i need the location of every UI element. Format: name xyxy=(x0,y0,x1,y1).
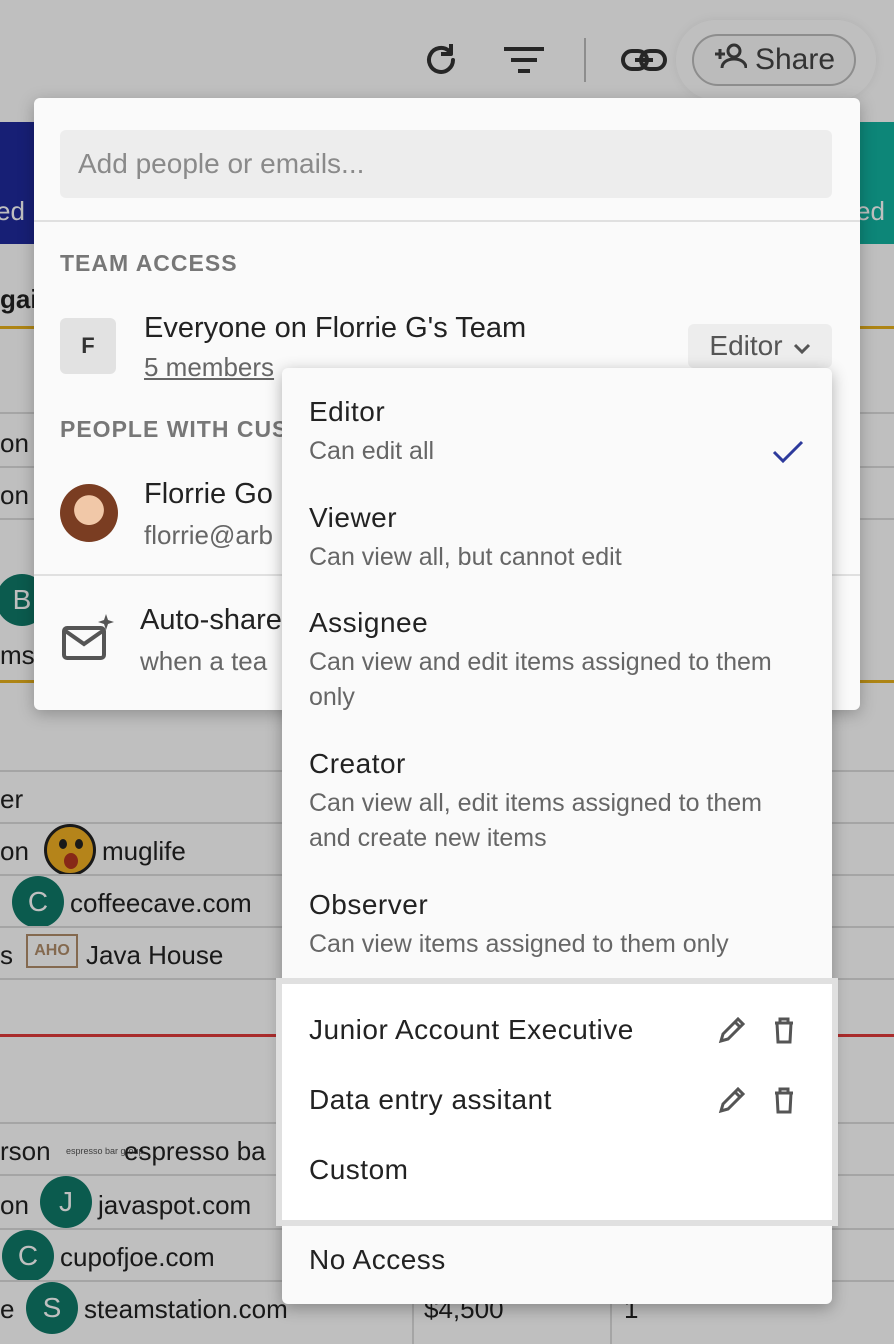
checkmark-icon xyxy=(772,440,804,469)
role-option-desc: Can view items assigned to them only xyxy=(309,930,729,958)
person-email: florrie@arb xyxy=(144,520,273,550)
team-name: Everyone on Florrie G's Team xyxy=(144,312,527,344)
person-name: Florrie Go xyxy=(144,478,273,510)
people-section-title: PEOPLE WITH CUS xyxy=(60,416,289,442)
role-dropdown-menu: Editor Can edit all Viewer Can view all,… xyxy=(282,368,832,1304)
role-option-title: Viewer xyxy=(309,502,398,533)
team-badge: F xyxy=(60,318,116,374)
role-option-assignee[interactable]: Assignee Can view and edit items assigne… xyxy=(282,607,832,715)
custom-role-create[interactable]: Custom xyxy=(282,1140,832,1200)
custom-role-label: Data entry assitant xyxy=(309,1084,552,1115)
trash-icon[interactable] xyxy=(768,1014,800,1046)
team-role-select[interactable]: Editor xyxy=(688,324,832,368)
pencil-icon[interactable] xyxy=(716,1014,748,1046)
role-option-desc: Can view and edit items assigned to them… xyxy=(309,648,772,711)
custom-role-item[interactable]: Junior Account Executive xyxy=(282,1000,832,1060)
role-option-title: Observer xyxy=(309,889,429,920)
role-option-viewer[interactable]: Viewer Can view all, but cannot edit xyxy=(282,502,832,575)
autoshare-title: Auto-share xyxy=(140,604,282,636)
role-option-no-access[interactable]: No Access xyxy=(309,1244,446,1276)
team-access-title: TEAM ACCESS xyxy=(60,250,238,276)
mail-sparkle-icon xyxy=(60,610,116,666)
custom-role-item[interactable]: Data entry assitant xyxy=(282,1070,832,1130)
avatar xyxy=(60,484,118,542)
role-option-title: Creator xyxy=(309,748,406,779)
team-members-link[interactable]: 5 members xyxy=(144,352,274,383)
role-option-desc: Can view all, edit items assigned to the… xyxy=(309,789,762,852)
custom-label: Custom xyxy=(309,1154,409,1185)
custom-role-label: Junior Account Executive xyxy=(309,1014,634,1045)
panel-divider xyxy=(34,220,860,222)
role-option-observer[interactable]: Observer Can view items assigned to them… xyxy=(282,889,832,962)
role-option-title: Assignee xyxy=(309,607,429,638)
add-people-input[interactable] xyxy=(60,130,832,198)
trash-icon[interactable] xyxy=(768,1084,800,1116)
pencil-icon[interactable] xyxy=(716,1084,748,1116)
role-option-editor[interactable]: Editor Can edit all xyxy=(282,396,832,469)
role-option-creator[interactable]: Creator Can view all, edit items assigne… xyxy=(282,748,832,856)
team-role-value: Editor xyxy=(709,330,783,361)
role-option-desc: Can edit all xyxy=(309,437,435,465)
role-option-title: Editor xyxy=(309,396,386,427)
autoshare-subtitle: when a tea xyxy=(140,646,268,676)
custom-roles-section: Junior Account Executive Data entry assi… xyxy=(282,984,832,1220)
chevron-down-icon xyxy=(793,330,811,362)
role-option-desc: Can view all, but cannot edit xyxy=(309,543,622,571)
